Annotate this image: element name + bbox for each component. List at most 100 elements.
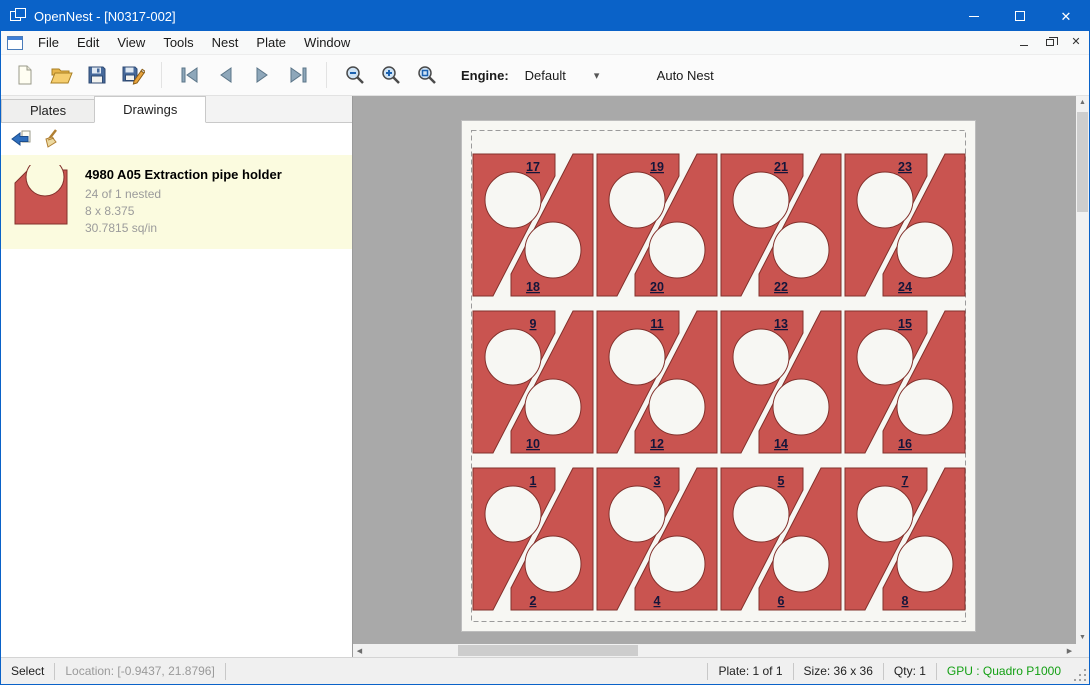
- nest-svg: 171819202122232491011121314151612345678: [461, 120, 976, 632]
- part-hole: [733, 486, 789, 542]
- menu-tools[interactable]: Tools: [154, 31, 202, 54]
- part-hole: [773, 536, 829, 592]
- open-folder-icon: [49, 63, 73, 87]
- zoom-in-icon: [380, 64, 402, 86]
- mdi-minimize-icon: [1020, 45, 1028, 46]
- part-hole: [609, 486, 665, 542]
- mdi-close-icon: ✕: [1071, 37, 1080, 48]
- menu-window[interactable]: Window: [295, 31, 359, 54]
- part-number: 21: [774, 160, 788, 174]
- part-number: 5: [778, 474, 785, 488]
- horizontal-scrollbar[interactable]: ◀ ▶: [353, 644, 1076, 657]
- main-toolbar: Engine: Default ▾ Auto Nest: [1, 55, 1089, 96]
- part-number: 1: [530, 474, 537, 488]
- scroll-up-icon[interactable]: ▲: [1076, 96, 1089, 109]
- new-button[interactable]: [7, 58, 43, 92]
- maximize-button[interactable]: [997, 1, 1043, 31]
- close-button[interactable]: ✕: [1043, 1, 1089, 31]
- vertical-scrollbar[interactable]: ▲ ▼: [1076, 96, 1089, 644]
- scroll-down-icon[interactable]: ▼: [1076, 631, 1089, 644]
- part-hole: [649, 222, 705, 278]
- title-bar: OpenNest - [N0317-002] ✕: [1, 1, 1089, 31]
- zoom-in-button[interactable]: [373, 58, 409, 92]
- part-hole: [485, 172, 541, 228]
- send-to-nest-button[interactable]: [7, 126, 35, 152]
- close-icon: ✕: [1061, 10, 1072, 23]
- previous-arrow-icon: [215, 65, 237, 85]
- part-hole: [857, 329, 913, 385]
- next-arrow-icon: [251, 65, 273, 85]
- toolbar-separator: [326, 62, 327, 88]
- menu-file[interactable]: File: [29, 31, 68, 54]
- drawings-toolbar: [1, 123, 352, 155]
- sidebar-tabs: Plates Drawings: [1, 96, 352, 123]
- part-hole: [857, 172, 913, 228]
- last-arrow-icon: [287, 65, 309, 85]
- status-mode: Select: [1, 664, 54, 678]
- status-gpu: GPU : Quadro P1000: [937, 664, 1071, 678]
- nest-canvas[interactable]: 171819202122232491011121314151612345678 …: [353, 96, 1089, 657]
- part-hole: [733, 329, 789, 385]
- next-plate-button[interactable]: [244, 58, 280, 92]
- mdi-restore-icon: [1046, 39, 1054, 46]
- vertical-scroll-thumb[interactable]: [1077, 112, 1088, 212]
- part-hole: [733, 172, 789, 228]
- list-item[interactable]: 4980 A05 Extraction pipe holder 24 of 1 …: [1, 155, 352, 249]
- save-button[interactable]: [79, 58, 115, 92]
- blue-arrow-sheet-icon: [10, 129, 32, 149]
- mdi-document-icon[interactable]: [7, 36, 23, 50]
- menu-nest[interactable]: Nest: [203, 31, 248, 54]
- zoom-out-button[interactable]: [337, 58, 373, 92]
- last-plate-button[interactable]: [280, 58, 316, 92]
- first-plate-button[interactable]: [172, 58, 208, 92]
- plate[interactable]: 171819202122232491011121314151612345678: [461, 120, 976, 635]
- zoom-out-icon: [344, 64, 366, 86]
- zoom-fit-button[interactable]: [409, 58, 445, 92]
- engine-value: Default: [525, 68, 566, 83]
- engine-select[interactable]: Default ▾: [517, 65, 627, 86]
- part-hole: [773, 222, 829, 278]
- app-window: OpenNest - [N0317-002] ✕ File Edit View …: [0, 0, 1090, 685]
- mdi-restore-button[interactable]: [1037, 32, 1063, 54]
- status-qty: Qty: 1: [884, 664, 936, 678]
- part-hole: [649, 536, 705, 592]
- part-number: 20: [650, 280, 664, 294]
- zoom-fit-icon: [416, 64, 438, 86]
- horizontal-scroll-thumb[interactable]: [458, 645, 638, 656]
- menu-view[interactable]: View: [108, 31, 154, 54]
- minimize-icon: [969, 16, 979, 17]
- first-arrow-icon: [179, 65, 201, 85]
- menu-edit[interactable]: Edit: [68, 31, 108, 54]
- part-hole: [609, 172, 665, 228]
- menu-plate[interactable]: Plate: [247, 31, 295, 54]
- part-hole: [773, 379, 829, 435]
- tab-plates[interactable]: Plates: [1, 99, 95, 122]
- menu-bar: File Edit View Tools Nest Plate Window ✕: [1, 31, 1089, 55]
- minimize-button[interactable]: [951, 1, 997, 31]
- part-number: 22: [774, 280, 788, 294]
- part-number: 8: [902, 594, 909, 608]
- save-as-button[interactable]: [115, 58, 151, 92]
- open-button[interactable]: [43, 58, 79, 92]
- part-number: 12: [650, 437, 664, 451]
- status-size: Size: 36 x 36: [794, 664, 883, 678]
- part-hole: [897, 379, 953, 435]
- new-document-icon: [14, 64, 36, 86]
- part-hole: [525, 379, 581, 435]
- clear-button[interactable]: [39, 126, 67, 152]
- previous-plate-button[interactable]: [208, 58, 244, 92]
- part-number: 16: [898, 437, 912, 451]
- status-bar: Select Location: [-0.9437, 21.8796] Plat…: [1, 657, 1089, 684]
- scroll-right-icon[interactable]: ▶: [1063, 644, 1076, 657]
- auto-nest-button[interactable]: Auto Nest: [657, 68, 714, 83]
- mdi-minimize-button[interactable]: [1011, 32, 1037, 54]
- drawings-list: 4980 A05 Extraction pipe holder 24 of 1 …: [1, 155, 352, 657]
- part-hole: [897, 222, 953, 278]
- chevron-down-icon: ▾: [594, 69, 600, 82]
- part-hole: [649, 379, 705, 435]
- part-hole: [525, 222, 581, 278]
- resize-grip[interactable]: [1073, 668, 1089, 684]
- scroll-left-icon[interactable]: ◀: [353, 644, 366, 657]
- tab-drawings[interactable]: Drawings: [94, 96, 206, 123]
- mdi-close-button[interactable]: ✕: [1063, 32, 1089, 54]
